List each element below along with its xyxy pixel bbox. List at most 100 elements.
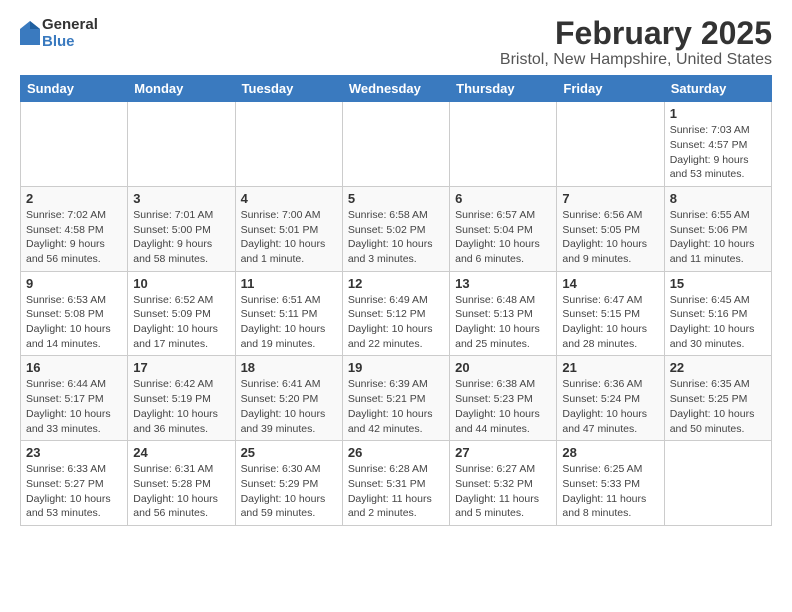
day-info: Sunrise: 6:38 AM Sunset: 5:23 PM Dayligh… [455, 377, 551, 436]
day-number: 22 [670, 360, 766, 375]
day-cell: 1 Sunrise: 7:03 AM Sunset: 4:57 PM Daylig… [664, 102, 771, 187]
col-header-friday: Friday [557, 76, 664, 102]
day-cell [450, 102, 557, 187]
col-header-monday: Monday [128, 76, 235, 102]
week-row-2: 9Sunrise: 6:53 AM Sunset: 5:08 PM Daylig… [21, 271, 772, 356]
day-cell: 23 Sunrise: 6:33 AM Sunset: 5:27 PM Dayli… [21, 441, 128, 526]
day-number: 10 [133, 276, 229, 291]
day-info: Sunrise: 7:03 AM Sunset: 4:57 PM Dayligh… [670, 123, 766, 182]
week-row-3: 16Sunrise: 6:44 AM Sunset: 5:17 PM Dayli… [21, 356, 772, 441]
day-info: Sunrise: 6:58 AM Sunset: 5:02 PM Dayligh… [348, 208, 444, 267]
day-cell [128, 102, 235, 187]
day-cell: 5 Sunrise: 6:58 AM Sunset: 5:02 PM Daylig… [342, 186, 449, 271]
day-number: 24 [133, 445, 229, 460]
day-cell: 26Sunrise: 6:28 AM Sunset: 5:31 PM Dayli… [342, 441, 449, 526]
day-cell: 7 Sunrise: 6:56 AM Sunset: 5:05 PM Daylig… [557, 186, 664, 271]
day-number: 18 [241, 360, 337, 375]
day-cell: 16Sunrise: 6:44 AM Sunset: 5:17 PM Dayli… [21, 356, 128, 441]
day-cell: 18 Sunrise: 6:41 AM Sunset: 5:20 PM Dayli… [235, 356, 342, 441]
col-header-thursday: Thursday [450, 76, 557, 102]
day-cell: 27 Sunrise: 6:27 AM Sunset: 5:32 PM Dayli… [450, 441, 557, 526]
day-cell: 20 Sunrise: 6:38 AM Sunset: 5:23 PM Dayli… [450, 356, 557, 441]
day-info: Sunrise: 7:00 AM Sunset: 5:01 PM Dayligh… [241, 208, 337, 267]
day-info: Sunrise: 6:39 AM Sunset: 5:21 PM Dayligh… [348, 377, 444, 436]
day-number: 13 [455, 276, 551, 291]
day-cell: 14 Sunrise: 6:47 AM Sunset: 5:15 PM Dayli… [557, 271, 664, 356]
day-number: 16 [26, 360, 122, 375]
day-cell: 9Sunrise: 6:53 AM Sunset: 5:08 PM Daylig… [21, 271, 128, 356]
day-number: 1 [670, 106, 766, 121]
subtitle: Bristol, New Hampshire, United States [500, 51, 772, 69]
day-cell: 10 Sunrise: 6:52 AM Sunset: 5:09 PM Dayli… [128, 271, 235, 356]
logo: General Blue [20, 16, 98, 50]
week-row-4: 23 Sunrise: 6:33 AM Sunset: 5:27 PM Dayli… [21, 441, 772, 526]
day-info: Sunrise: 6:41 AM Sunset: 5:20 PM Dayligh… [241, 377, 337, 436]
day-info: Sunrise: 6:36 AM Sunset: 5:24 PM Dayligh… [562, 377, 658, 436]
day-number: 23 [26, 445, 122, 460]
day-number: 4 [241, 191, 337, 206]
day-cell: 8 Sunrise: 6:55 AM Sunset: 5:06 PM Daylig… [664, 186, 771, 271]
day-cell [235, 102, 342, 187]
day-cell: 13 Sunrise: 6:48 AM Sunset: 5:13 PM Dayli… [450, 271, 557, 356]
day-info: Sunrise: 6:56 AM Sunset: 5:05 PM Dayligh… [562, 208, 658, 267]
day-info: Sunrise: 6:33 AM Sunset: 5:27 PM Dayligh… [26, 462, 122, 521]
day-cell: 6 Sunrise: 6:57 AM Sunset: 5:04 PM Daylig… [450, 186, 557, 271]
day-info: Sunrise: 6:31 AM Sunset: 5:28 PM Dayligh… [133, 462, 229, 521]
day-cell: 28Sunrise: 6:25 AM Sunset: 5:33 PM Dayli… [557, 441, 664, 526]
day-cell [664, 441, 771, 526]
day-number: 17 [133, 360, 229, 375]
day-cell [557, 102, 664, 187]
col-header-sunday: Sunday [21, 76, 128, 102]
day-number: 11 [241, 276, 337, 291]
day-cell: 15Sunrise: 6:45 AM Sunset: 5:16 PM Dayli… [664, 271, 771, 356]
calendar: SundayMondayTuesdayWednesdayThursdayFrid… [20, 75, 772, 526]
day-cell: 19Sunrise: 6:39 AM Sunset: 5:21 PM Dayli… [342, 356, 449, 441]
day-cell: 17 Sunrise: 6:42 AM Sunset: 5:19 PM Dayli… [128, 356, 235, 441]
day-number: 25 [241, 445, 337, 460]
day-number: 6 [455, 191, 551, 206]
day-info: Sunrise: 6:42 AM Sunset: 5:19 PM Dayligh… [133, 377, 229, 436]
day-info: Sunrise: 6:30 AM Sunset: 5:29 PM Dayligh… [241, 462, 337, 521]
col-header-tuesday: Tuesday [235, 76, 342, 102]
day-info: Sunrise: 6:51 AM Sunset: 5:11 PM Dayligh… [241, 293, 337, 352]
day-info: Sunrise: 6:52 AM Sunset: 5:09 PM Dayligh… [133, 293, 229, 352]
header-row: SundayMondayTuesdayWednesdayThursdayFrid… [21, 76, 772, 102]
day-cell [342, 102, 449, 187]
day-cell: 11 Sunrise: 6:51 AM Sunset: 5:11 PM Dayli… [235, 271, 342, 356]
day-info: Sunrise: 7:02 AM Sunset: 4:58 PM Dayligh… [26, 208, 122, 267]
day-number: 7 [562, 191, 658, 206]
day-info: Sunrise: 6:35 AM Sunset: 5:25 PM Dayligh… [670, 377, 766, 436]
day-number: 8 [670, 191, 766, 206]
week-row-0: 1 Sunrise: 7:03 AM Sunset: 4:57 PM Daylig… [21, 102, 772, 187]
day-info: Sunrise: 6:28 AM Sunset: 5:31 PM Dayligh… [348, 462, 444, 521]
calendar-body: 1 Sunrise: 7:03 AM Sunset: 4:57 PM Daylig… [21, 102, 772, 526]
day-cell: 3Sunrise: 7:01 AM Sunset: 5:00 PM Daylig… [128, 186, 235, 271]
day-cell [21, 102, 128, 187]
title-block: February 2025 Bristol, New Hampshire, Un… [500, 16, 772, 69]
day-number: 12 [348, 276, 444, 291]
day-cell: 22 Sunrise: 6:35 AM Sunset: 5:25 PM Dayli… [664, 356, 771, 441]
logo-text: General Blue [42, 16, 98, 50]
day-info: Sunrise: 6:57 AM Sunset: 5:04 PM Dayligh… [455, 208, 551, 267]
day-info: Sunrise: 6:48 AM Sunset: 5:13 PM Dayligh… [455, 293, 551, 352]
col-header-wednesday: Wednesday [342, 76, 449, 102]
calendar-header: SundayMondayTuesdayWednesdayThursdayFrid… [21, 76, 772, 102]
day-cell: 25 Sunrise: 6:30 AM Sunset: 5:29 PM Dayli… [235, 441, 342, 526]
day-cell: 2 Sunrise: 7:02 AM Sunset: 4:58 PM Daylig… [21, 186, 128, 271]
day-number: 14 [562, 276, 658, 291]
day-number: 5 [348, 191, 444, 206]
day-number: 21 [562, 360, 658, 375]
logo-general: General [42, 16, 98, 33]
day-cell: 24 Sunrise: 6:31 AM Sunset: 5:28 PM Dayli… [128, 441, 235, 526]
day-number: 27 [455, 445, 551, 460]
day-info: Sunrise: 6:27 AM Sunset: 5:32 PM Dayligh… [455, 462, 551, 521]
day-number: 20 [455, 360, 551, 375]
day-cell: 4 Sunrise: 7:00 AM Sunset: 5:01 PM Daylig… [235, 186, 342, 271]
day-number: 2 [26, 191, 122, 206]
day-info: Sunrise: 6:45 AM Sunset: 5:16 PM Dayligh… [670, 293, 766, 352]
day-info: Sunrise: 6:55 AM Sunset: 5:06 PM Dayligh… [670, 208, 766, 267]
day-info: Sunrise: 6:49 AM Sunset: 5:12 PM Dayligh… [348, 293, 444, 352]
day-info: Sunrise: 6:47 AM Sunset: 5:15 PM Dayligh… [562, 293, 658, 352]
day-number: 9 [26, 276, 122, 291]
main-title: February 2025 [500, 16, 772, 51]
